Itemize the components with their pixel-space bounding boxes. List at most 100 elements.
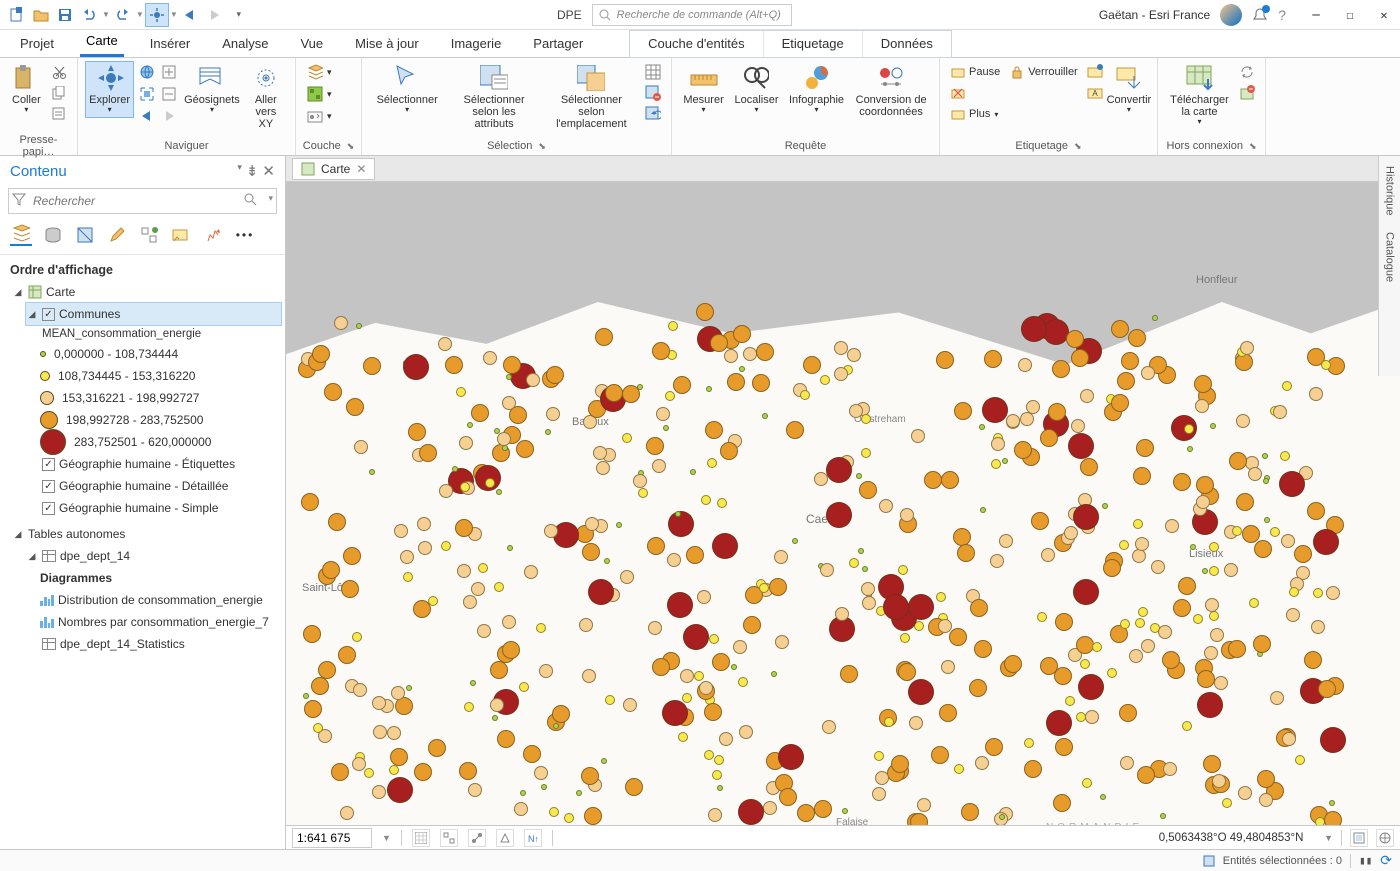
commune-point[interactable] bbox=[1080, 389, 1094, 403]
commune-point[interactable] bbox=[1141, 639, 1155, 653]
remove-offline-icon[interactable] bbox=[1237, 83, 1257, 103]
commune-point[interactable] bbox=[975, 756, 989, 770]
expander-icon[interactable]: ◢ bbox=[12, 529, 24, 540]
dynamic-constraints-icon[interactable] bbox=[468, 829, 486, 847]
commune-point[interactable] bbox=[778, 744, 804, 770]
commune-point[interactable] bbox=[539, 664, 553, 678]
commune-point[interactable] bbox=[717, 498, 727, 508]
minimize-button[interactable]: ─ bbox=[1306, 8, 1326, 22]
label-summary-icon[interactable]: A bbox=[1085, 83, 1105, 103]
commune-point[interactable] bbox=[622, 433, 632, 443]
commune-point[interactable] bbox=[394, 524, 408, 538]
commune-point[interactable] bbox=[1184, 424, 1194, 434]
commune-point[interactable] bbox=[1262, 453, 1268, 459]
commune-point[interactable] bbox=[678, 732, 688, 742]
visibility-checkbox[interactable]: ✓ bbox=[42, 308, 55, 321]
chart-nombres[interactable]: Nombres par consommation_energie_7 bbox=[40, 611, 281, 633]
commune-point[interactable] bbox=[682, 693, 692, 703]
commune-point[interactable] bbox=[999, 814, 1005, 820]
commune-point[interactable] bbox=[908, 679, 934, 705]
new-project-icon[interactable] bbox=[6, 4, 28, 26]
commune-point[interactable] bbox=[1203, 755, 1221, 773]
commune-point[interactable] bbox=[604, 558, 610, 564]
offline-launcher-icon[interactable]: ⬊ bbox=[1249, 141, 1257, 152]
commune-point[interactable] bbox=[633, 474, 647, 488]
locate-button[interactable]: Localiser▾ bbox=[731, 62, 782, 117]
map-canvas[interactable]: Honfleur Caen Lisieux Saint-Lô Bayeux Ou… bbox=[286, 182, 1400, 825]
basemap-button[interactable]: ▾ bbox=[304, 84, 335, 104]
commune-point[interactable] bbox=[704, 703, 722, 721]
commune-point[interactable] bbox=[704, 750, 714, 760]
commune-point[interactable] bbox=[1103, 559, 1121, 577]
infographics-button[interactable]: Infographie▾ bbox=[786, 62, 847, 117]
commune-point[interactable] bbox=[727, 373, 745, 391]
commune-point[interactable] bbox=[656, 407, 670, 421]
commune-point[interactable] bbox=[502, 641, 520, 659]
commune-point[interactable] bbox=[820, 563, 834, 577]
commune-point[interactable] bbox=[301, 493, 319, 511]
tab-vue[interactable]: Vue bbox=[294, 31, 329, 57]
commune-point[interactable] bbox=[957, 544, 975, 562]
list-by-drawing-order-icon[interactable] bbox=[10, 224, 32, 246]
layer-communes[interactable]: ◢ ✓ Communes bbox=[26, 303, 281, 325]
commune-point[interactable] bbox=[1073, 579, 1099, 605]
commune-point[interactable] bbox=[1329, 800, 1335, 806]
map-tab[interactable]: Carte ✕ bbox=[292, 158, 375, 180]
commune-point[interactable] bbox=[1037, 612, 1047, 622]
commune-point[interactable] bbox=[1195, 399, 1209, 413]
snap-grid-icon[interactable] bbox=[412, 829, 430, 847]
commune-point[interactable] bbox=[1224, 563, 1238, 577]
commune-point[interactable] bbox=[941, 660, 955, 674]
tab-maj[interactable]: Mise à jour bbox=[349, 31, 425, 57]
commune-point[interactable] bbox=[1055, 613, 1073, 631]
cut-icon[interactable] bbox=[49, 62, 69, 82]
commune-point[interactable] bbox=[1273, 405, 1287, 419]
commune-point[interactable] bbox=[991, 437, 1005, 451]
tab-inserer[interactable]: Insérer bbox=[144, 31, 196, 57]
sync-icon[interactable] bbox=[1237, 62, 1257, 82]
measure-button[interactable]: Mesurer▾ bbox=[680, 62, 727, 117]
scale-dropdown-icon[interactable]: ▼ bbox=[382, 833, 391, 843]
snapping-icon[interactable] bbox=[440, 829, 458, 847]
commune-point[interactable] bbox=[1178, 577, 1196, 595]
commune-point[interactable] bbox=[648, 621, 662, 635]
commune-point[interactable] bbox=[1040, 429, 1058, 447]
commune-point[interactable] bbox=[616, 522, 622, 528]
tab-carte[interactable]: Carte bbox=[80, 28, 124, 57]
commune-point[interactable] bbox=[581, 767, 599, 785]
commune-point[interactable] bbox=[638, 488, 648, 498]
commune-point[interactable] bbox=[949, 628, 967, 646]
table-dpe-dept-14[interactable]: ◢ dpe_dept_14 bbox=[26, 545, 281, 567]
commune-point[interactable] bbox=[595, 328, 613, 346]
commune-point[interactable] bbox=[883, 594, 909, 620]
commune-point[interactable] bbox=[652, 459, 666, 473]
commune-point[interactable] bbox=[1135, 537, 1149, 551]
commune-point[interactable] bbox=[1249, 598, 1259, 608]
commune-point[interactable] bbox=[588, 579, 614, 605]
commune-point[interactable] bbox=[861, 414, 871, 424]
commune-point[interactable] bbox=[1202, 568, 1208, 574]
commune-point[interactable] bbox=[665, 391, 675, 401]
fixed-zoom-in-icon[interactable] bbox=[159, 62, 179, 82]
commune-point[interactable] bbox=[468, 783, 482, 797]
copy-icon[interactable] bbox=[49, 83, 69, 103]
commune-point[interactable] bbox=[774, 550, 788, 564]
commune-point[interactable] bbox=[840, 665, 858, 683]
commune-point[interactable] bbox=[953, 528, 971, 546]
commune-point[interactable] bbox=[1068, 433, 1094, 459]
commune-point[interactable] bbox=[712, 770, 722, 780]
commune-point[interactable] bbox=[1073, 504, 1099, 530]
commune-point[interactable] bbox=[862, 596, 876, 610]
explore-qat-dropdown[interactable]: ▼ bbox=[170, 10, 178, 19]
commune-point[interactable] bbox=[406, 685, 412, 691]
commune-point[interactable] bbox=[859, 481, 877, 499]
commune-point[interactable] bbox=[1006, 414, 1020, 428]
commune-point[interactable] bbox=[490, 698, 504, 712]
visibility-checkbox[interactable]: ✓ bbox=[42, 458, 55, 471]
table-dpe-stats[interactable]: ▸ dpe_dept_14_Statistics bbox=[26, 633, 281, 655]
commune-point[interactable] bbox=[408, 423, 426, 441]
commune-point[interactable] bbox=[1082, 778, 1092, 788]
commune-point[interactable] bbox=[553, 522, 579, 548]
commune-point[interactable] bbox=[311, 677, 329, 695]
commune-point[interactable] bbox=[652, 658, 670, 676]
